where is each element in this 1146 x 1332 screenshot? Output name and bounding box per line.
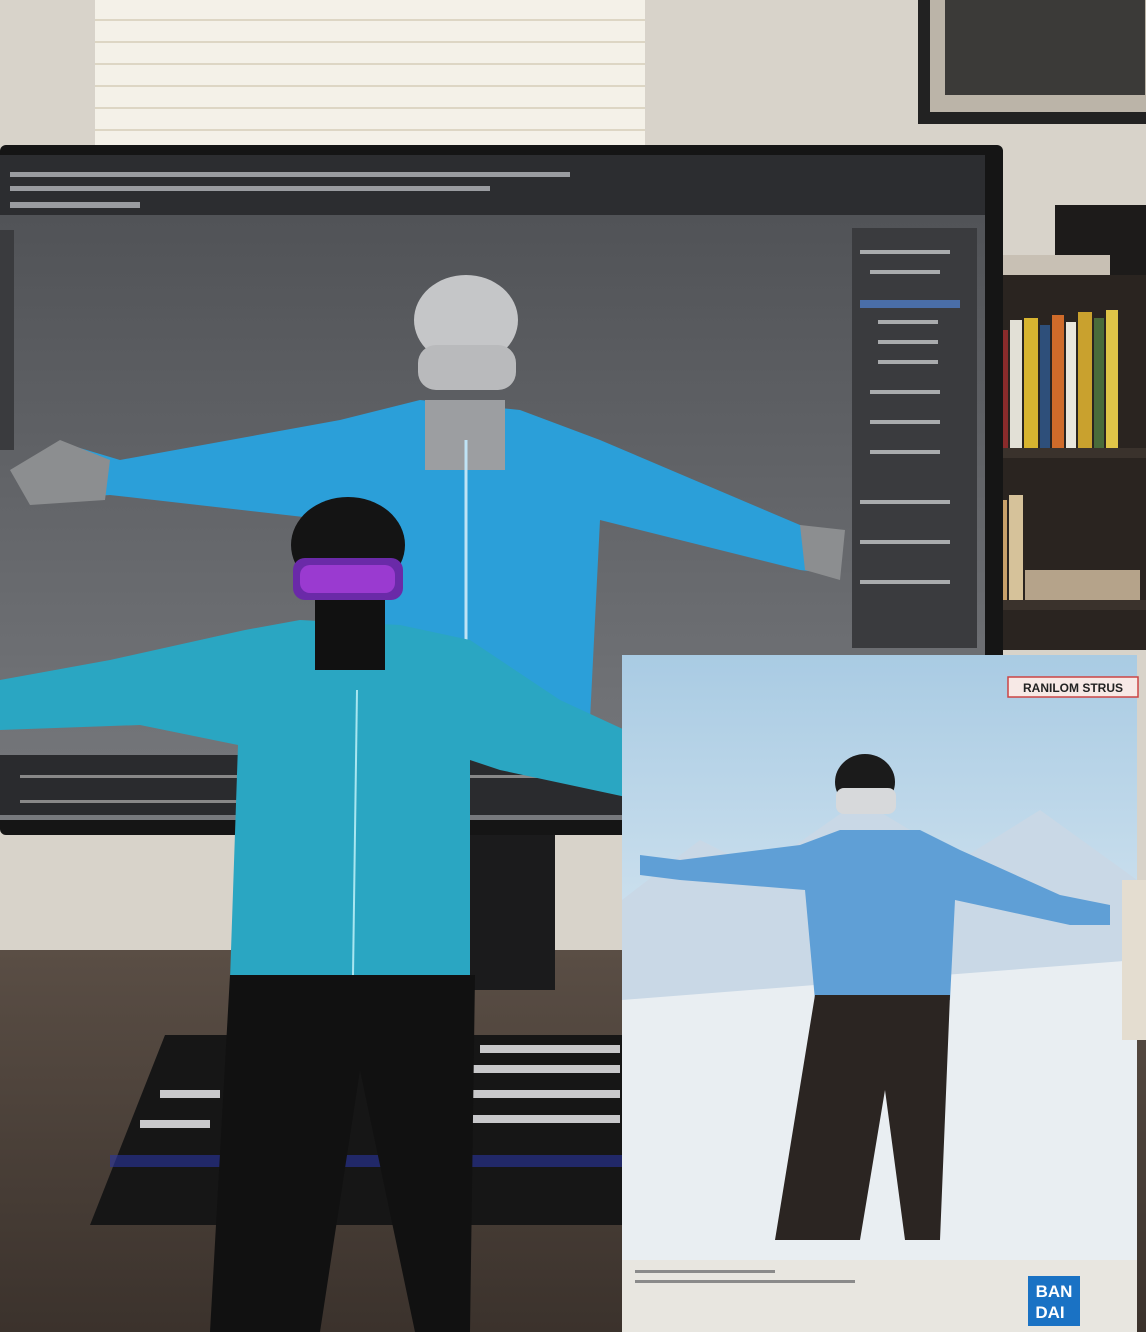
svg-text:DAI: DAI xyxy=(1035,1303,1064,1322)
bandai-logo: BAN DAI xyxy=(1028,1276,1080,1326)
scene-svg: RANILOM STRUS BAN DAI xyxy=(0,0,1146,1332)
picture-frame xyxy=(918,0,1146,124)
photo-scene: RANILOM STRUS BAN DAI xyxy=(0,0,1146,1332)
product-box: RANILOM STRUS BAN DAI xyxy=(622,655,1139,1332)
menu-bar xyxy=(0,155,985,215)
outliner-panel xyxy=(852,228,977,648)
mug xyxy=(1122,880,1146,1040)
window-blinds xyxy=(95,0,645,165)
left-toolbar xyxy=(0,230,14,450)
svg-text:BAN: BAN xyxy=(1036,1282,1073,1301)
box-brand-label: RANILOM STRUS xyxy=(1023,681,1123,695)
bookshelf xyxy=(985,205,1146,650)
